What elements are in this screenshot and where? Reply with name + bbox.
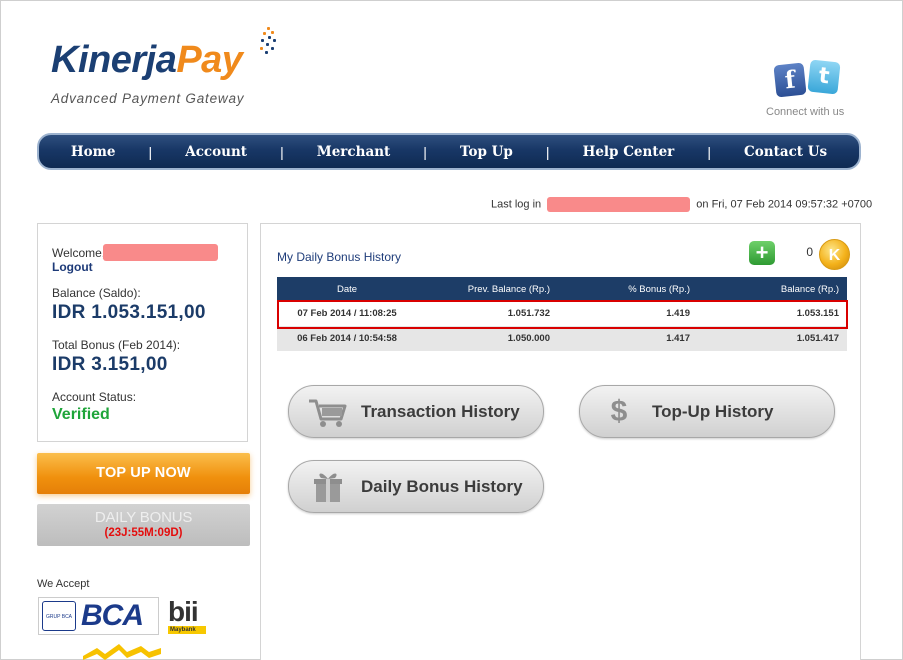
welcome-text: Welcome, <box>52 244 219 261</box>
account-status-value: Verified <box>52 406 110 423</box>
twitter-icon[interactable]: t <box>807 59 841 95</box>
col-balance: Balance (Rp.) <box>698 277 847 301</box>
nav-help-center[interactable]: Help Center <box>551 144 706 160</box>
bonus-counter: + 0 K <box>749 239 853 271</box>
welcome-label: Welcome, <box>52 246 106 260</box>
cell-date: 06 Feb 2014 / 10:54:58 <box>277 326 417 351</box>
we-accept-label: We Accept <box>37 578 90 590</box>
nav-merchant[interactable]: Merchant <box>285 144 422 160</box>
gift-icon <box>314 473 342 502</box>
logo-wordmark: KinerjaPay <box>51 39 243 81</box>
connect-with-us-label: Connect with us <box>766 106 845 118</box>
redacted-name <box>103 244 219 261</box>
daily-bonus-history-button[interactable]: Daily Bonus History <box>288 460 544 513</box>
cell-bonus: 1.419 <box>558 301 698 326</box>
col-date: Date <box>277 277 417 301</box>
history-title: My Daily Bonus History <box>277 250 402 264</box>
balance-value: IDR 1.053.151,00 <box>52 302 206 323</box>
cell-balance: 1.051.417 <box>698 326 847 351</box>
top-up-now-button[interactable]: TOP UP NOW <box>37 453 250 494</box>
daily-bonus-timer: (23J:55M:09D) <box>104 527 183 539</box>
logo-tagline: Advanced Payment Gateway <box>51 91 245 106</box>
logo-text-kinerja: Kinerja <box>51 39 177 81</box>
last-login-datetime: on Fri, 07 Feb 2014 09:57:32 +0700 <box>696 198 873 211</box>
total-bonus-label: Total Bonus (Feb 2014): <box>52 338 181 352</box>
bca-wordmark: BCA <box>81 599 144 632</box>
last-login-prefix: Last log in <box>491 198 542 211</box>
daily-bonus-label: DAILY BONUS <box>94 509 193 526</box>
cell-date: 07 Feb 2014 / 11:08:25 <box>277 301 417 326</box>
bii-wordmark: bii <box>168 596 199 627</box>
dollar-icon: $ <box>610 395 628 428</box>
logout-link[interactable]: Logout <box>52 260 93 274</box>
table-row: 06 Feb 2014 / 10:54:58 1.050.000 1.417 1… <box>277 326 847 351</box>
logo-dots-icon <box>257 27 277 55</box>
table-row: 07 Feb 2014 / 11:08:25 1.051.732 1.419 1… <box>277 301 847 326</box>
bonus-history-table: Date Prev. Balance (Rp.) % Bonus (Rp.) B… <box>277 277 847 351</box>
add-bonus-plus-icon[interactable]: + <box>749 241 775 265</box>
cell-bonus: 1.417 <box>558 326 698 351</box>
bca-emblem-icon: GRUP BCA <box>42 601 76 631</box>
top-up-history-button[interactable]: $ Top-Up History <box>579 385 835 438</box>
nav-contact-us[interactable]: Contact Us <box>712 144 859 160</box>
facebook-icon[interactable]: f <box>773 62 807 98</box>
bonus-count: 0 <box>806 245 813 259</box>
kinerjapay-logo[interactable]: KinerjaPay Advanced Payment Gateway <box>51 27 276 106</box>
bank-logo-partial-icon <box>83 644 161 660</box>
bii-maybank-logo: bii Maybank <box>168 598 208 636</box>
daily-bonus-history-label: Daily Bonus History <box>361 477 523 496</box>
bca-logo: GRUP BCA BCA <box>38 597 159 635</box>
cell-prev-balance: 1.050.000 <box>417 326 558 351</box>
bonus-history-panel: My Daily Bonus History + 0 K Date Prev. … <box>260 223 861 660</box>
redacted-username <box>547 197 691 212</box>
k-coin-icon: K <box>819 239 850 270</box>
logo-text-pay: Pay <box>176 39 243 81</box>
table-header-row: Date Prev. Balance (Rp.) % Bonus (Rp.) B… <box>277 277 847 301</box>
daily-bonus-button[interactable]: DAILY BONUS (23J:55M:09D) <box>37 504 250 546</box>
transaction-history-button[interactable]: Transaction History <box>288 385 544 438</box>
nav-home[interactable]: Home <box>39 144 147 160</box>
last-login-info: Last log in on Fri, 07 Feb 2014 09:57:32… <box>491 197 872 212</box>
nav-account[interactable]: Account <box>153 144 279 160</box>
main-navbar: Home | Account | Merchant | Top Up | Hel… <box>37 133 861 170</box>
shopping-cart-icon <box>309 399 347 427</box>
account-summary-panel: Welcome, Logout Balance (Saldo): IDR 1.0… <box>37 223 248 442</box>
cell-prev-balance: 1.051.732 <box>417 301 558 326</box>
total-bonus-value: IDR 3.151,00 <box>52 354 168 375</box>
cell-balance: 1.053.151 <box>698 301 847 326</box>
balance-label: Balance (Saldo): <box>52 286 141 300</box>
account-status-label: Account Status: <box>52 390 137 404</box>
col-bonus: % Bonus (Rp.) <box>558 277 698 301</box>
top-up-history-label: Top-Up History <box>652 402 774 421</box>
transaction-history-label: Transaction History <box>361 402 520 421</box>
maybank-label: Maybank <box>168 626 206 634</box>
nav-top-up[interactable]: Top Up <box>428 144 545 160</box>
col-prev-balance: Prev. Balance (Rp.) <box>417 277 558 301</box>
